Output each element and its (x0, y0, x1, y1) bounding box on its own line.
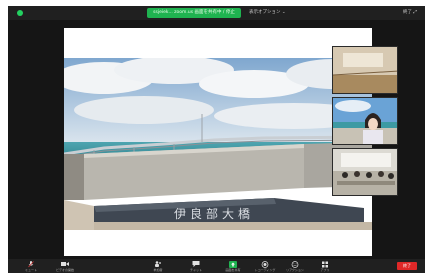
reaction-icon (291, 261, 299, 268)
start-video-button[interactable]: ビデオの開始 (52, 260, 78, 272)
zoom-meeting-window: ssjeiek... zoom.us 画面を共有中 / 停止 表示オプション ⌄… (8, 6, 425, 273)
participant-video-3[interactable] (332, 148, 398, 196)
reaction-button[interactable]: リアクション (284, 260, 306, 272)
participant-video-1[interactable] (332, 46, 398, 94)
meeting-toolbar: ミュート ビデオの開始 参加者 チャット 画面を共有 レコーディング リアクショ… (8, 259, 425, 273)
view-options-menu[interactable]: 表示オプション ⌄ (249, 8, 286, 18)
bridge-photo: 伊良部大橋 (64, 58, 372, 230)
microphone-icon (28, 261, 34, 268)
video-camera-icon (61, 262, 69, 266)
share-screen-icon (229, 261, 237, 268)
chat-icon (192, 261, 200, 267)
participant-video-2[interactable] (332, 97, 398, 145)
exit-fullscreen-button[interactable]: 終了 ⤢ (403, 8, 417, 18)
bridge-sign-text: 伊良部大橋 (174, 206, 254, 221)
participants-button[interactable]: 参加者 (148, 260, 168, 272)
record-icon (261, 261, 269, 268)
record-button[interactable]: レコーディング (254, 260, 276, 272)
top-bar: ssjeiek... zoom.us 画面を共有中 / 停止 表示オプション ⌄… (8, 6, 425, 20)
shared-slide: 伊良部大橋 (64, 28, 372, 256)
share-screen-button[interactable]: 画面を共有 (222, 260, 244, 272)
apps-icon (322, 261, 328, 268)
shared-screen-area: 伊良部大橋 (8, 20, 425, 259)
apps-button[interactable]: アプリ (315, 260, 335, 272)
mute-button[interactable]: ミュート (20, 260, 42, 272)
end-meeting-button[interactable]: 終了 (397, 262, 417, 270)
participants-icon (155, 261, 161, 267)
chat-button[interactable]: チャット (186, 260, 206, 272)
security-shield-icon[interactable] (17, 10, 23, 16)
video-gallery (332, 46, 398, 198)
screen-share-banner[interactable]: ssjeiek... zoom.us 画面を共有中 / 停止 (147, 8, 241, 18)
